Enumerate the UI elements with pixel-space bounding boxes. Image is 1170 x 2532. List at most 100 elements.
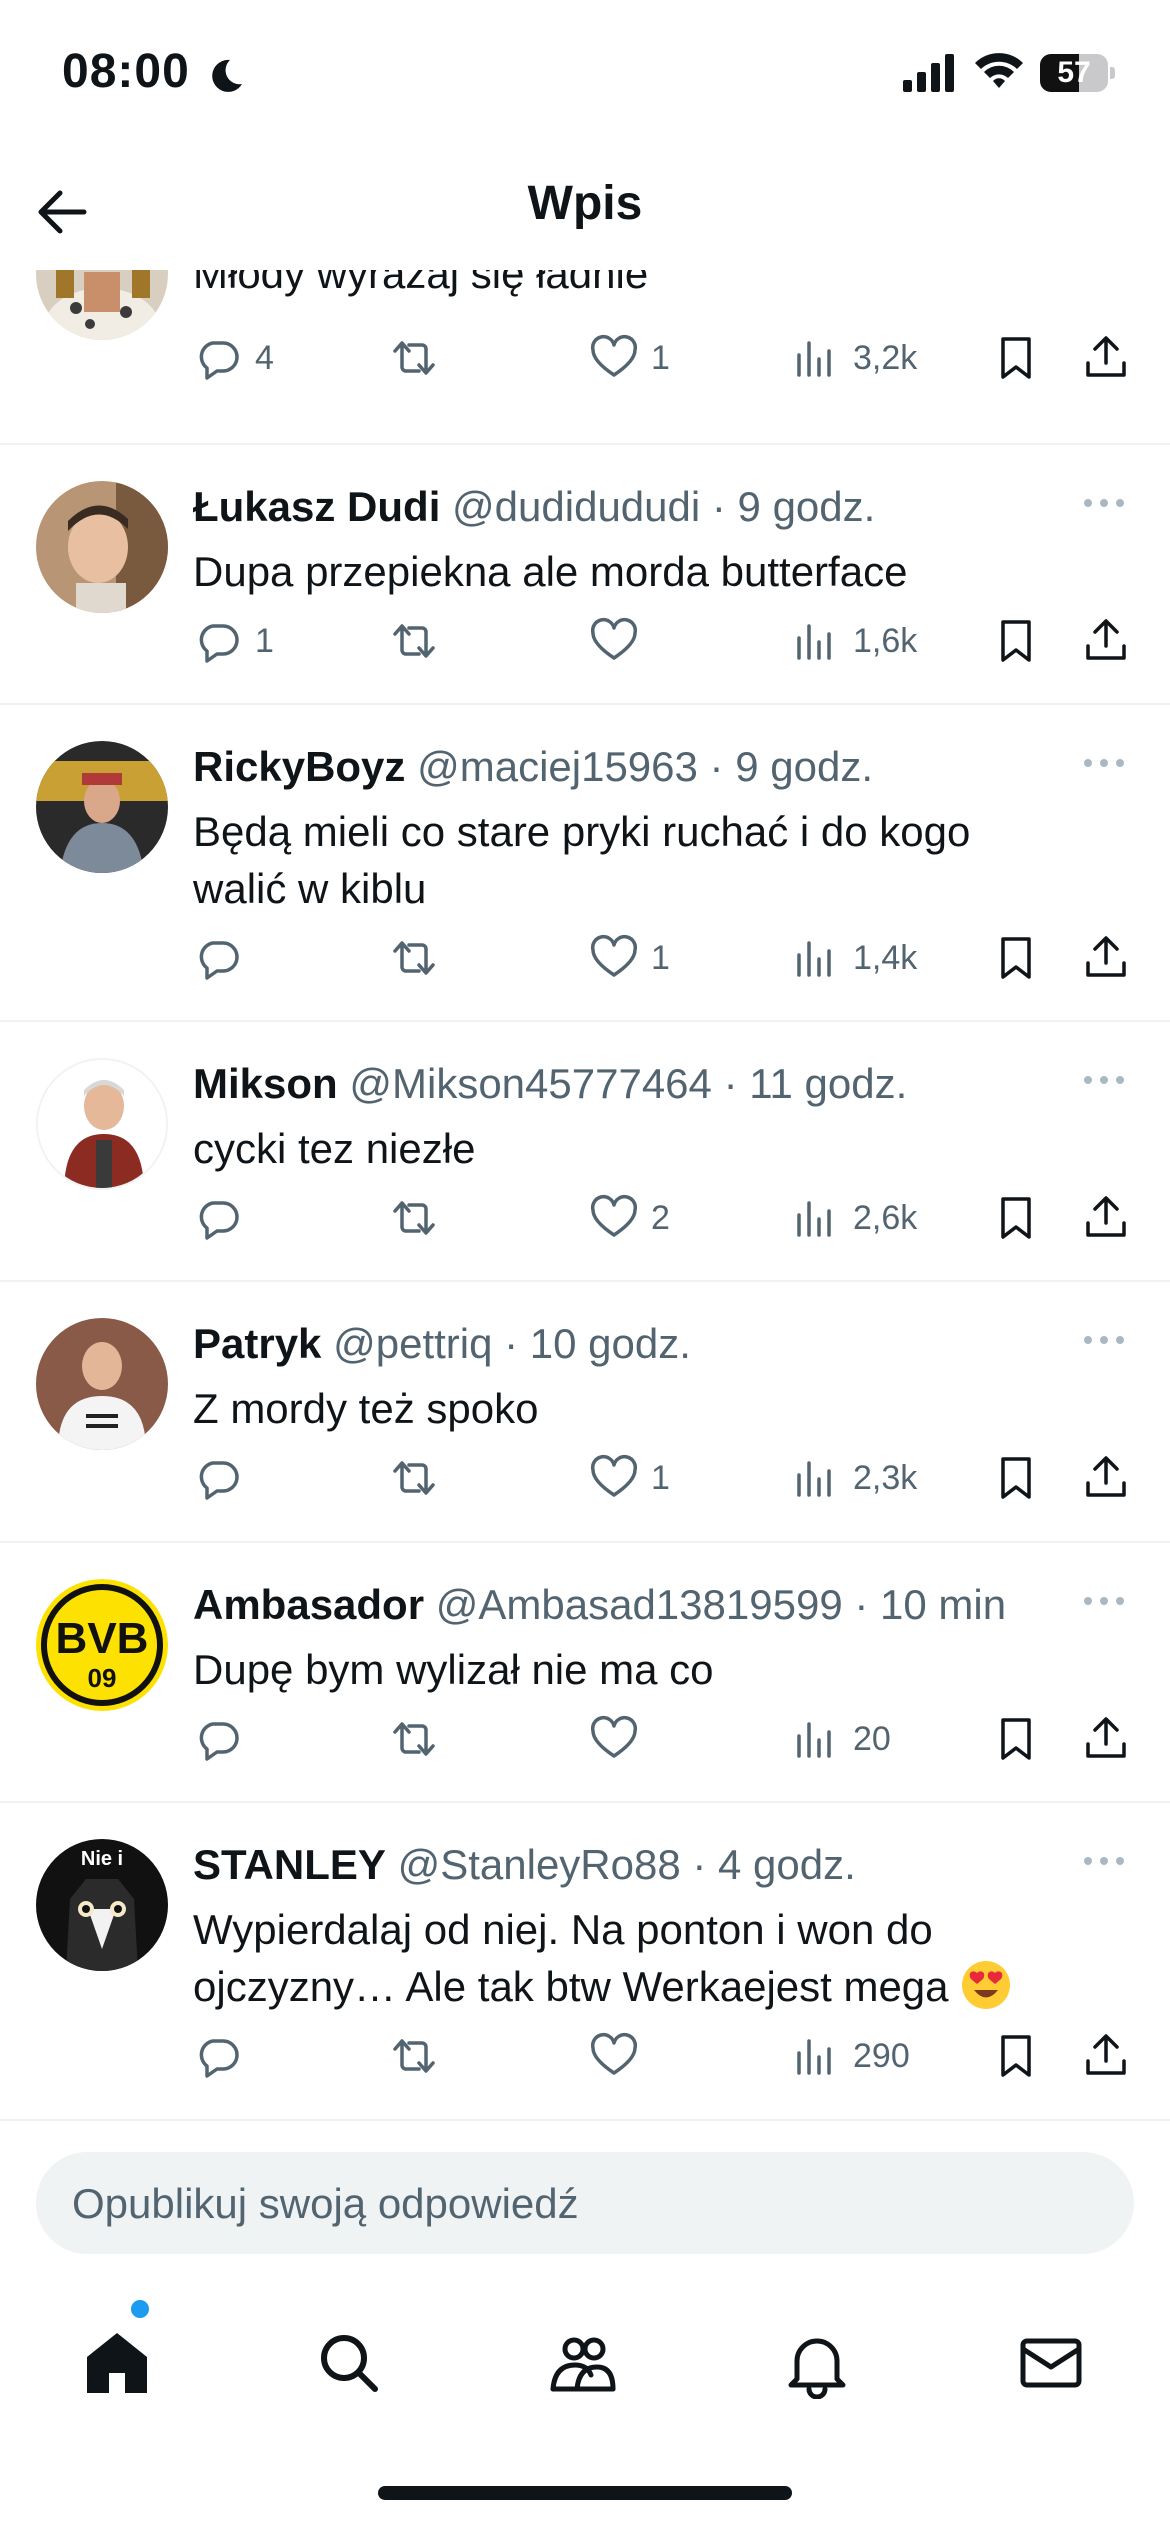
retweet-button[interactable] (389, 1190, 451, 1246)
author-name[interactable]: Łukasz Dudi (193, 483, 440, 530)
avatar-caption: Nie i (81, 1848, 123, 1870)
more-options-icon[interactable] (1080, 1070, 1128, 1090)
views-button[interactable]: 2,3k (791, 1450, 917, 1506)
retweet-button[interactable] (389, 2028, 451, 2084)
more-options-icon[interactable] (1080, 1851, 1128, 1871)
views-button[interactable]: 290 (791, 2028, 910, 2084)
bookmark-button[interactable] (991, 1450, 1041, 1506)
bookmark-button[interactable] (991, 930, 1041, 986)
more-options-icon[interactable] (1080, 1591, 1128, 1611)
retweet-arrows-icon (393, 2039, 435, 2073)
like-button[interactable]: 1 (589, 1450, 670, 1506)
reply-count: 4 (255, 338, 274, 377)
like-button[interactable] (589, 613, 651, 669)
share-button[interactable] (1081, 1450, 1131, 1506)
share-upload-icon (1086, 2034, 1126, 2075)
bookmark-button[interactable] (991, 1711, 1041, 1767)
tab-notifications[interactable] (772, 2318, 862, 2408)
more-options-icon[interactable] (1080, 753, 1128, 773)
avatar[interactable] (36, 1318, 168, 1450)
more-options-icon[interactable] (1080, 1330, 1128, 1350)
tab-search[interactable] (304, 2318, 394, 2408)
view-count: 20 (853, 1719, 891, 1758)
tweet-text: Będą mieli co stare pryki ruchać i do ko… (193, 808, 971, 912)
retweet-button[interactable] (389, 613, 451, 669)
retweet-button[interactable] (389, 330, 451, 386)
avatar[interactable] (36, 481, 168, 613)
retweet-button[interactable] (389, 1711, 451, 1767)
new-activity-dot (131, 2300, 149, 2318)
reply-button[interactable]: 1 (193, 613, 274, 669)
tweet-item[interactable]: RickyBoyz @maciej15963 · 9 godz. Będą mi… (0, 705, 1170, 1022)
avatar[interactable]: BVB 09 (36, 1579, 168, 1711)
retweet-button[interactable] (389, 930, 451, 986)
author-name[interactable]: RickyBoyz (193, 743, 405, 790)
reply-button[interactable] (193, 1450, 255, 1506)
share-button[interactable] (1081, 613, 1131, 669)
share-button[interactable] (1081, 930, 1131, 986)
bookmark-button[interactable] (991, 613, 1041, 669)
speech-bubble-icon (199, 1722, 239, 1761)
reply-button[interactable] (193, 1190, 255, 1246)
bookmark-button[interactable] (991, 330, 1041, 386)
reply-button[interactable] (193, 930, 255, 986)
share-upload-icon (1086, 1717, 1126, 1758)
replies-feed[interactable]: Młody wyrażaj się ładnie 4 1 3,2k Łukasz… (0, 270, 1170, 2125)
tweet-item[interactable]: Łukasz Dudi @dudidududi · 9 godz. Dupa p… (0, 445, 1170, 705)
tweet-actions: 1 1,4k (193, 930, 1133, 986)
tweet-item[interactable]: Mikson @Mikson45777464 · 11 godz. cycki … (0, 1022, 1170, 1282)
reply-button[interactable] (193, 1711, 255, 1767)
author-name[interactable]: STANLEY (193, 1841, 386, 1888)
views-button[interactable]: 3,2k (791, 330, 917, 386)
like-button[interactable]: 1 (589, 330, 670, 386)
like-button[interactable] (589, 1711, 651, 1767)
view-count: 1,4k (853, 938, 918, 977)
tweet-item[interactable]: Patryk @pettriq · 10 godz. Z mordy też s… (0, 1282, 1170, 1543)
views-button[interactable]: 1,4k (791, 930, 917, 986)
author-name[interactable]: Patryk (193, 1320, 321, 1367)
author-name[interactable]: Mikson (193, 1060, 338, 1107)
bookmark-icon (1001, 1197, 1031, 1239)
bookmark-button[interactable] (991, 2028, 1041, 2084)
bar-chart-icon (797, 1461, 831, 1497)
avatar[interactable] (36, 270, 168, 340)
views-button[interactable]: 1,6k (791, 613, 917, 669)
like-button[interactable]: 1 (589, 930, 670, 986)
tweet-actions: 20 (193, 1711, 1133, 1767)
retweet-arrows-icon (393, 1201, 435, 1235)
reply-input[interactable]: Opublikuj swoją odpowiedź (36, 2152, 1134, 2254)
retweet-arrows-icon (393, 624, 435, 658)
avatar[interactable]: Nie i (36, 1839, 168, 1971)
tweet-item[interactable]: BVB 09 Ambasador @Ambasad13819599 · 10 m… (0, 1543, 1170, 1803)
avatar[interactable] (36, 741, 168, 873)
avatar[interactable] (36, 1058, 168, 1190)
views-button[interactable]: 2,6k (791, 1190, 917, 1246)
like-count: 1 (651, 938, 670, 977)
bookmark-button[interactable] (991, 1190, 1041, 1246)
author-meta: @maciej15963 · 9 godz. (417, 743, 873, 790)
more-options-icon[interactable] (1080, 493, 1128, 513)
like-button[interactable]: 2 (589, 1190, 670, 1246)
bookmark-icon (1001, 337, 1031, 379)
retweet-button[interactable] (389, 1450, 451, 1506)
reply-button[interactable]: 4 (193, 330, 274, 386)
tweet-item[interactable]: Nie i STANLEY @StanleyRo88 · 4 godz. Wyp… (0, 1803, 1170, 2121)
tab-home[interactable] (72, 2318, 162, 2408)
views-button[interactable]: 20 (791, 1711, 891, 1767)
view-count: 3,2k (853, 338, 918, 377)
author-name[interactable]: Ambasador (193, 1581, 424, 1628)
speech-bubble-icon (199, 624, 239, 663)
share-button[interactable] (1081, 1190, 1131, 1246)
battery-indicator: 57 (1040, 54, 1116, 92)
tweet-actions: 1 1,6k (193, 613, 1133, 669)
tweet-item[interactable]: Młody wyrażaj się ładnie 4 1 3,2k (0, 270, 1170, 445)
share-button[interactable] (1081, 330, 1131, 386)
tab-messages[interactable] (1006, 2318, 1096, 2408)
heart-icon (590, 2033, 638, 2075)
like-button[interactable] (589, 2028, 651, 2084)
battery-percentage: 57 (1057, 56, 1091, 89)
tab-communities[interactable] (538, 2318, 628, 2408)
reply-button[interactable] (193, 2028, 255, 2084)
share-button[interactable] (1081, 2028, 1131, 2084)
share-button[interactable] (1081, 1711, 1131, 1767)
